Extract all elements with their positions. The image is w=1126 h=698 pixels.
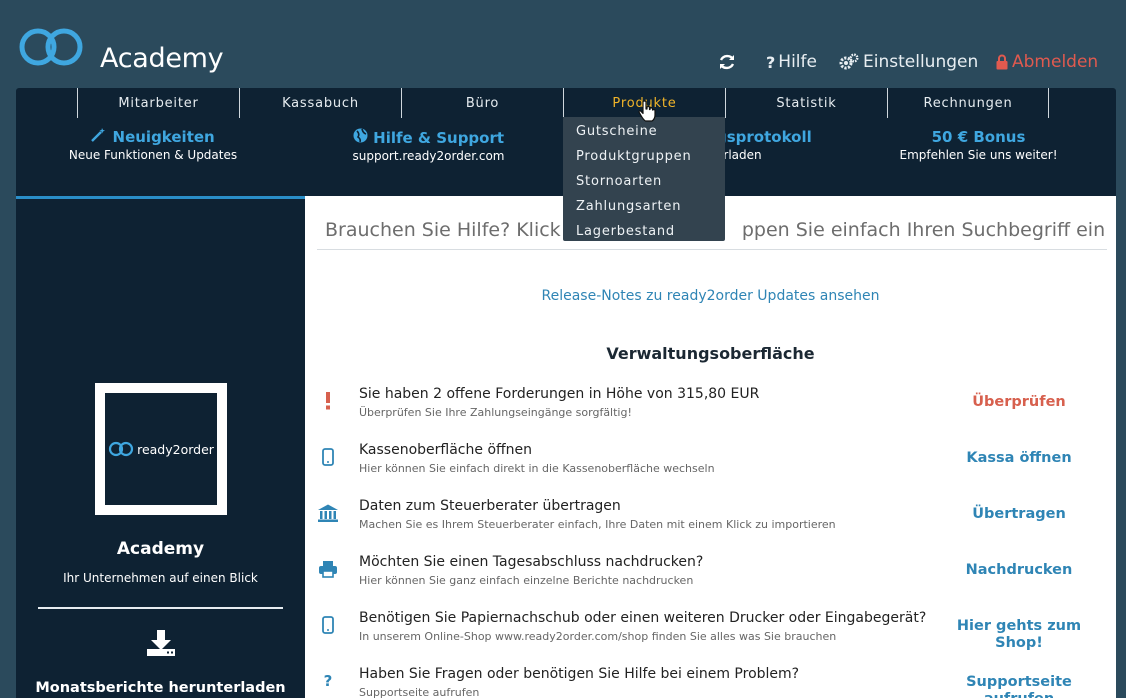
release-notes-link[interactable]: Release-Notes zu ready2order Updates ans… <box>305 288 1116 304</box>
hand-cursor-icon <box>638 100 656 122</box>
task-row-reprint: Möchten Sie einen Tagesabschluss nachdru… <box>305 554 1116 610</box>
help-button[interactable]: ? Hilfe <box>766 49 817 75</box>
task-subtitle: Hier können Sie ganz einfach einzelne Be… <box>359 574 694 587</box>
promo-bonus[interactable]: 50 € Bonus Empfehlen Sie uns weiter! <box>886 128 1071 162</box>
logout-label: Abmelden <box>1012 52 1099 72</box>
menu-bar: Mitarbeiter Kassabuch Büro Produkte Stat… <box>77 88 1049 118</box>
promo-bonus-title: 50 € Bonus <box>931 128 1026 146</box>
menu-item-kassabuch[interactable]: Kassabuch <box>239 88 401 118</box>
gears-icon <box>839 53 859 70</box>
dropdown-item-zahlungsarten[interactable]: Zahlungsarten <box>563 194 725 219</box>
main-content: Release-Notes zu ready2order Updates ans… <box>305 196 1116 698</box>
task-subtitle: Überprüfen Sie Ihre Zahlungseingänge sor… <box>359 406 632 419</box>
tablet-icon <box>317 612 339 638</box>
promo-protocol-sub: erladen <box>716 148 762 162</box>
promo-support-sub: support.ready2order.com <box>352 149 505 163</box>
tablet-icon <box>317 444 339 470</box>
task-subtitle: Hier können Sie einfach direkt in die Ka… <box>359 462 715 475</box>
settings-label: Einstellungen <box>863 52 979 72</box>
promo-bonus-sub: Empfehlen Sie uns weiter! <box>899 148 1058 162</box>
check-payments-button[interactable]: Überprüfen <box>934 394 1104 411</box>
shop-button[interactable]: Hier gehts zum Shop! <box>934 618 1104 652</box>
promo-support[interactable]: Hilfe & Support support.ready2order.com <box>326 128 531 163</box>
task-row-shop: Benötigen Sie Papiernachschub oder einen… <box>305 610 1116 666</box>
sidebar-divider <box>38 607 283 609</box>
menu-item-rechnungen[interactable]: Rechnungen <box>887 88 1049 118</box>
dropdown-item-gutscheine[interactable]: Gutscheine <box>563 119 725 144</box>
promo-news-title: Neuigkeiten <box>112 128 215 146</box>
task-subtitle: In unserem Online-Shop www.ready2order.c… <box>359 630 837 643</box>
left-sidebar: ready2order Academy Ihr Unternehmen auf … <box>16 196 305 698</box>
sidebar-subtitle: Ihr Unternehmen auf einen Blick <box>63 571 258 585</box>
bank-icon <box>317 500 339 526</box>
task-title: Kassenoberfläche öffnen <box>359 442 533 458</box>
task-title: Möchten Sie einen Tagesabschluss nachdru… <box>359 554 704 570</box>
menu-item-statistik[interactable]: Statistik <box>725 88 887 118</box>
printer-icon <box>317 556 339 582</box>
support-page-button[interactable]: Supportseite aufrufen <box>934 674 1104 698</box>
section-title: Verwaltungsoberfläche <box>606 344 815 363</box>
promo-protocol[interactable]: gsprotokoll erladen <box>716 128 816 162</box>
transfer-button[interactable]: Übertragen <box>934 506 1104 523</box>
dropdown-item-produktgruppen[interactable]: Produktgruppen <box>563 144 725 169</box>
produkte-dropdown-menu: Gutscheine Produktgruppen Stornoarten Za… <box>563 117 725 241</box>
help-label: Hilfe <box>778 52 817 72</box>
download-reports-link[interactable]: Monatsberichte herunterladen <box>16 680 305 696</box>
logout-button[interactable]: Abmelden <box>996 49 1098 75</box>
promo-support-title: Hilfe & Support <box>373 129 505 147</box>
brand-name: ready2order <box>137 441 214 457</box>
download-icon[interactable] <box>146 629 176 657</box>
menu-item-buero[interactable]: Büro <box>401 88 563 118</box>
dropdown-item-lagerbestand[interactable]: Lagerbestand <box>563 219 725 244</box>
task-row-tax-advisor: Daten zum Steuerberater übertragen Mache… <box>305 498 1116 554</box>
promo-news[interactable]: Neuigkeiten Neue Funktionen & Updates <box>38 128 268 162</box>
magic-wand-icon <box>91 128 112 146</box>
lock-icon <box>996 54 1008 70</box>
task-row-pos: Kassenoberfläche öffnen Hier können Sie … <box>305 442 1116 498</box>
sidebar-title: Academy <box>116 539 205 559</box>
refresh-icon <box>719 54 735 70</box>
settings-button[interactable]: Einstellungen <box>839 49 978 75</box>
task-subtitle: Supportseite aufrufen <box>359 686 480 698</box>
open-pos-button[interactable]: Kassa öffnen <box>934 450 1104 467</box>
dropdown-item-stornoarten[interactable]: Stornoarten <box>563 169 725 194</box>
reprint-button[interactable]: Nachdrucken <box>934 562 1104 579</box>
promo-protocol-title: gsprotokoll <box>716 128 812 146</box>
task-title: Daten zum Steuerberater übertragen <box>359 498 621 514</box>
app-header: Academy ? Hilfe Einstellungen Abmelden <box>0 0 1126 88</box>
promo-news-sub: Neue Funktionen & Updates <box>68 148 238 162</box>
brand-logo-frame: ready2order <box>95 383 227 515</box>
header-actions: ? Hilfe Einstellungen Abmelden <box>0 49 1126 75</box>
globe-icon <box>353 128 373 147</box>
task-row-support: ? Haben Sie Fragen oder benötigen Sie Hi… <box>305 666 1116 698</box>
menu-item-mitarbeiter[interactable]: Mitarbeiter <box>77 88 239 118</box>
task-title: Haben Sie Fragen oder benötigen Sie Hilf… <box>359 666 800 682</box>
exclamation-icon <box>317 388 339 414</box>
task-title: Benötigen Sie Papiernachschub oder einen… <box>359 610 927 626</box>
question-icon: ? <box>766 52 776 72</box>
question-icon: ? <box>323 672 333 690</box>
task-title: Sie haben 2 offene Forderungen in Höhe v… <box>359 386 760 402</box>
task-row-invoices: Sie haben 2 offene Forderungen in Höhe v… <box>305 386 1116 442</box>
refresh-button[interactable] <box>718 49 740 75</box>
ready2order-brand-icon <box>108 441 134 457</box>
task-subtitle: Machen Sie es Ihrem Steuerberater einfac… <box>359 518 836 531</box>
